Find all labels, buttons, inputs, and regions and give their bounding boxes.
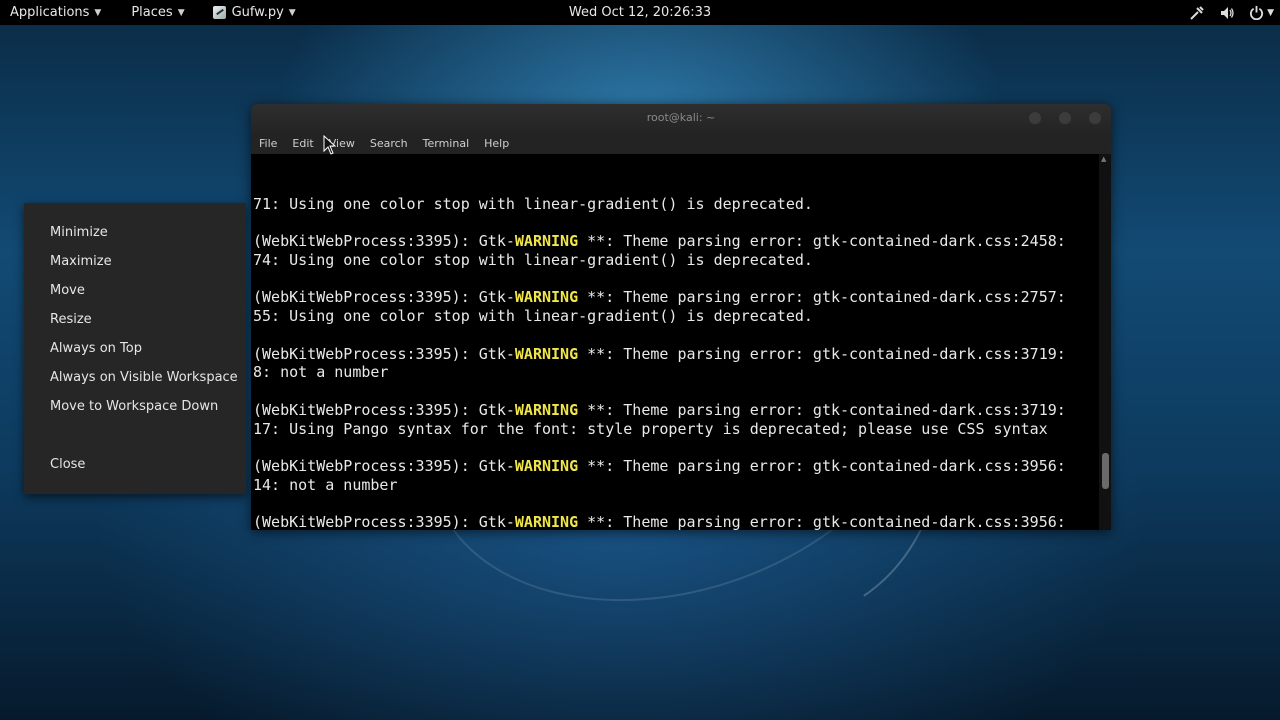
line-text: 55: Using one color stop with linear-gra… [253,307,813,325]
menu-item-maximize[interactable]: Maximize [24,247,246,276]
places-menu[interactable]: Places ▼ [121,0,194,25]
menu-item-close[interactable]: Close [24,450,246,479]
app-menu[interactable]: Gufw.py ▼ [203,0,306,25]
line-text: (WebKitWebProcess:3395): Gtk- [253,344,515,363]
power-menu[interactable]: ▼ [1249,5,1274,20]
gufw-app-icon [212,6,226,19]
terminal-scrollbar[interactable]: ▲ [1099,154,1111,530]
menu-item-resize[interactable]: Resize [24,305,246,334]
chevron-down-icon: ▼ [94,7,102,18]
menu-item-always-on-visible-workspace[interactable]: Always on Visible Workspace [24,363,246,392]
line-text: (WebKitWebProcess:3395): Gtk- [253,288,515,307]
warning-keyword: WARNING [514,232,579,250]
clock[interactable]: Wed Oct 12, 20:26:33 [569,5,711,20]
menu-view[interactable]: View [324,137,360,150]
terminal-line: (WebKitWebProcess:3395): Gtk-WARNING **:… [253,232,1099,251]
system-tray: ▼ [1189,0,1274,25]
terminal-line: 17: Using Pango syntax for the font: sty… [253,420,1099,439]
terminal-line: (WebKitWebProcess:3395): Gtk-WARNING **:… [253,513,1099,530]
menu-terminal[interactable]: Terminal [418,137,475,150]
line-text: (WebKitWebProcess:3395): Gtk- [253,232,515,250]
terminal-titlebar[interactable]: root@kali: ~ [251,104,1111,132]
chevron-down-icon: ▼ [288,7,296,18]
line-text: 17: Using Pango syntax for the font: sty… [253,419,1048,438]
warning-keyword: WARNING [514,457,579,475]
menu-search[interactable]: Search [365,137,413,150]
terminal-line: (WebKitWebProcess:3395): Gtk-WARNING **:… [253,457,1099,476]
close-button[interactable] [1088,111,1102,125]
warning-keyword: WARNING [514,513,579,530]
line-text: **: Theme parsing error: gtk-contained-d… [578,400,1066,419]
volume-icon[interactable] [1219,5,1235,21]
line-text: (WebKitWebProcess:3395): Gtk- [253,400,515,419]
menu-file[interactable]: File [254,137,282,150]
line-text: (WebKitWebProcess:3395): Gtk- [253,457,515,475]
app-name-label: Gufw.py [231,5,284,20]
warning-keyword: WARNING [514,288,579,307]
menu-edit[interactable]: Edit [287,137,318,150]
terminal-line: 74: Using one color stop with linear-gra… [253,251,1099,270]
line-text: **: Theme parsing error: gtk-contained-d… [578,513,1066,530]
applications-label: Applications [10,5,90,20]
line-text: **: Theme parsing error: gtk-contained-d… [578,288,1066,307]
warning-keyword: WARNING [514,344,579,363]
terminal-line: 55: Using one color stop with linear-gra… [253,307,1099,326]
terminal-line: 8: not a number [253,363,1099,382]
line-text: 74: Using one color stop with linear-gra… [253,250,813,269]
terminal-window[interactable]: root@kali: ~ File Edit View Search Termi… [251,104,1111,530]
scroll-up-icon[interactable]: ▲ [1101,155,1106,163]
menu-item-always-on-top[interactable]: Always on Top [24,334,246,363]
power-icon [1250,5,1264,20]
menu-item-move[interactable]: Move [24,276,246,305]
window-context-menu: Minimize Maximize Move Resize Always on … [24,203,246,494]
places-label: Places [131,5,173,20]
terminal-line: (WebKitWebProcess:3395): Gtk-WARNING **:… [253,345,1099,364]
terminal-menubar: File Edit View Search Terminal Help [251,132,1111,154]
terminal-line: 71: Using one color stop with linear-gra… [253,195,1099,214]
line-text: **: Theme parsing error: gtk-contained-d… [578,457,1066,475]
menu-help[interactable]: Help [479,137,514,150]
chevron-down-icon: ▼ [1267,7,1274,18]
menu-separator [24,421,246,450]
maximize-button[interactable] [1058,111,1072,125]
terminal-output[interactable]: 71: Using one color stop with linear-gra… [251,154,1099,530]
window-title: root@kali: ~ [646,111,716,124]
chevron-down-icon: ▼ [177,7,185,18]
terminal-line: (WebKitWebProcess:3395): Gtk-WARNING **:… [253,401,1099,420]
line-text: 14: not a number [253,475,398,494]
line-text: 71: Using one color stop with linear-gra… [253,194,813,213]
minimize-button[interactable] [1028,111,1042,125]
warning-keyword: WARNING [514,400,579,419]
line-text: 8: not a number [253,363,389,382]
line-text: **: Theme parsing error: gtk-contained-d… [578,232,1066,250]
applications-menu[interactable]: Applications ▼ [0,0,111,25]
terminal-line: 14: not a number [253,476,1099,495]
terminal-line: (WebKitWebProcess:3395): Gtk-WARNING **:… [253,288,1099,307]
menu-item-minimize[interactable]: Minimize [24,218,246,247]
scrollbar-thumb[interactable] [1102,452,1109,489]
menu-item-move-to-workspace-down[interactable]: Move to Workspace Down [24,392,246,421]
line-text: (WebKitWebProcess:3395): Gtk- [253,513,515,530]
line-text: **: Theme parsing error: gtk-contained-d… [578,344,1066,363]
terminal-lines: 71: Using one color stop with linear-gra… [253,195,1099,531]
top-panel: Applications ▼ Places ▼ Gufw.py ▼ Wed Oc… [0,0,1280,25]
network-tools-icon[interactable] [1189,5,1205,21]
